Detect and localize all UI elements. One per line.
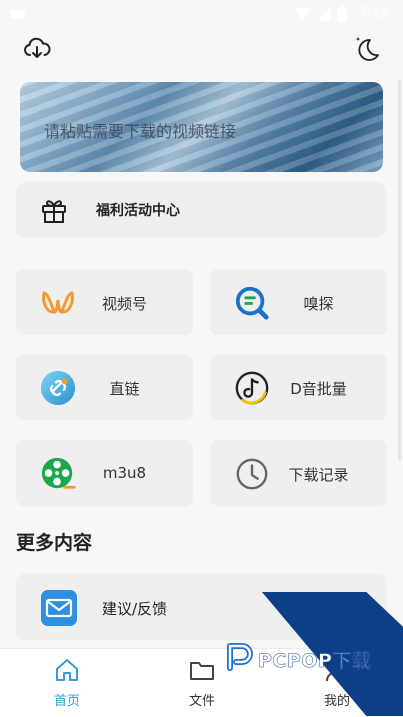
section-title-more: 更多内容 [16, 532, 93, 554]
tool-label: 视频号 [101, 295, 147, 313]
watermark-brand: PCPOP下载 [258, 650, 372, 673]
tool-label: m3u8 [102, 464, 147, 482]
tool-sniff-button[interactable]: 嗅探 [210, 269, 387, 335]
tool-label: 嗅探 [303, 295, 334, 313]
tool-channels-button[interactable]: 视频号 [16, 269, 193, 335]
moon-icon [355, 37, 379, 61]
cloud-download-icon [24, 37, 51, 58]
status-bar: 3:12 [0, 0, 403, 28]
signal-icon [317, 7, 331, 21]
home-icon [56, 659, 78, 681]
tool-douyin-batch-button[interactable]: D音批量 [210, 354, 387, 420]
welfare-label: 福利活动中心 [96, 203, 180, 219]
mail-icon [41, 590, 77, 626]
nav-files-label: 文件 [188, 694, 215, 709]
tool-label: D音批量 [290, 380, 347, 398]
nav-home-label: 首页 [53, 694, 80, 709]
watermark-sub: PCPOP Download [260, 670, 319, 677]
gift-icon [38, 194, 70, 226]
welfare-center-button[interactable]: 福利活动中心 [16, 182, 386, 238]
tool-direct-link-button[interactable]: 直链 [16, 354, 193, 420]
tool-label: 直链 [109, 380, 140, 398]
cloud-download-button[interactable] [20, 32, 54, 66]
link-input-banner[interactable]: 请粘贴需要下载的视频链接 [20, 82, 383, 172]
link-input-placeholder: 请粘贴需要下载的视频链接 [44, 122, 237, 141]
scrollbar[interactable] [398, 80, 401, 460]
battery-icon [337, 6, 347, 22]
feedback-label: 建议/反馈 [102, 600, 168, 618]
status-time: 3:12 [357, 5, 389, 21]
pcpop-logo-icon [227, 643, 253, 671]
wifi-icon [295, 7, 311, 20]
tool-download-history-button[interactable]: 下载记录 [210, 440, 387, 506]
theme-toggle-button[interactable] [350, 32, 384, 66]
tool-m3u8-button[interactable]: m3u8 [16, 440, 193, 506]
tool-label: 下载记录 [288, 466, 349, 484]
folder-icon [190, 662, 214, 680]
nav-home[interactable]: 首页 [27, 657, 107, 709]
notification-icon [11, 10, 25, 18]
